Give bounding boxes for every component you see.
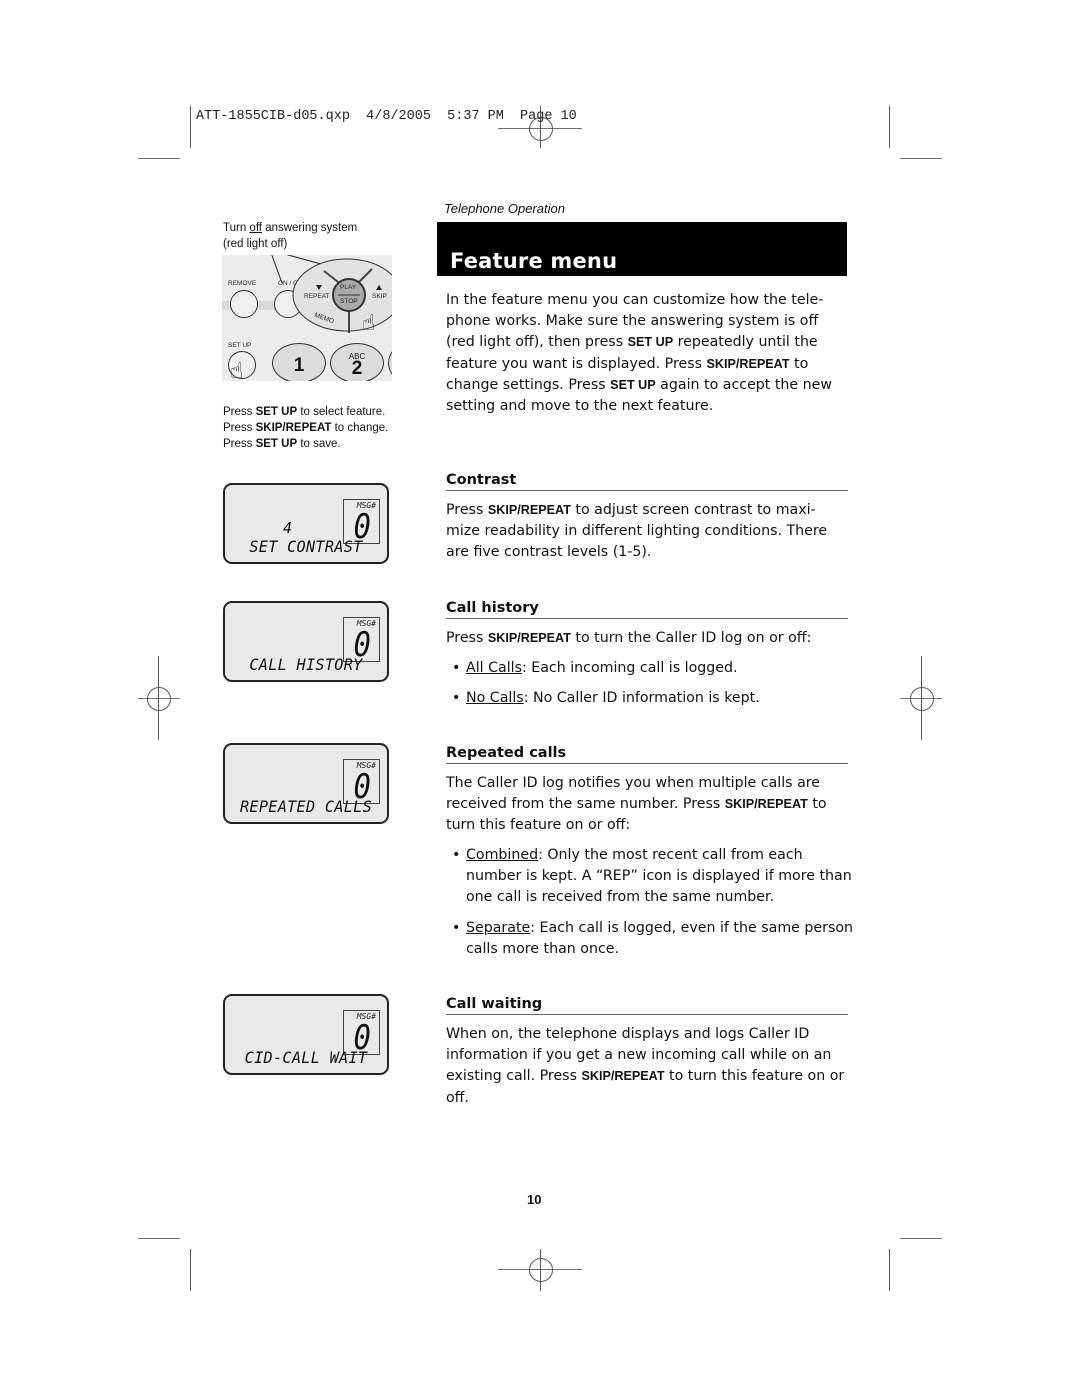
pointing-hand-icon: ☝ bbox=[362, 311, 376, 336]
keyword-skip-repeat: SKIP/REPEAT bbox=[581, 1069, 665, 1084]
lcd-display-cid-call-wait: MSG# 0 CID-CALL WAIT bbox=[223, 994, 389, 1075]
paragraph-text: to turn the Caller ID log on or off: bbox=[570, 630, 812, 646]
crop-mark-bottom-right-h bbox=[900, 1238, 942, 1239]
heading-call-history: Call history bbox=[446, 600, 848, 619]
crop-mark-bottom-left-h bbox=[138, 1238, 180, 1239]
illustration-caption-bottom: Press SET UP to select feature. Press SK… bbox=[223, 404, 388, 452]
key-1: 1 bbox=[272, 343, 326, 381]
caption-text: to select feature. bbox=[297, 406, 386, 418]
option-term: Separate bbox=[466, 920, 531, 936]
caption-text: to save. bbox=[297, 438, 341, 450]
crop-mark-top-left-v bbox=[190, 106, 191, 148]
caption-text: Press bbox=[223, 406, 256, 418]
key-2: ABC 2 bbox=[330, 343, 384, 381]
bullet-icon: • bbox=[452, 660, 461, 676]
lcd-text: CID-CALL WAIT bbox=[244, 1048, 368, 1067]
crop-mark-bottom-right-v bbox=[889, 1249, 890, 1291]
lcd-display-repeated-calls: MSG# 0 REPEATED CALLS bbox=[223, 743, 389, 824]
title-bar: Feature menu bbox=[437, 222, 847, 276]
lcd-text: REPEATED CALLS bbox=[239, 797, 373, 816]
set-up-key-label: SET UP bbox=[228, 342, 252, 349]
caption-text: Press bbox=[223, 438, 256, 450]
bullet-icon: • bbox=[452, 847, 461, 863]
lcd-text: CALL HISTORY bbox=[249, 655, 363, 674]
bullet-icon: • bbox=[452, 920, 461, 936]
crop-mark-top-left-h bbox=[138, 158, 180, 159]
caption-text: Press bbox=[223, 422, 256, 434]
heading-contrast: Contrast bbox=[446, 472, 848, 491]
key-2-letters: ABC bbox=[348, 352, 366, 361]
caption-line: Press SKIP/REPEAT to change. bbox=[223, 420, 388, 436]
paragraph-text: Press bbox=[446, 502, 488, 518]
section-tag: Telephone Operation bbox=[444, 201, 565, 216]
caption-line: Press SET UP to select feature. bbox=[223, 404, 388, 420]
contrast-paragraph: Press SKIP/REPEAT to adjust screen contr… bbox=[446, 500, 848, 564]
crop-mark-top-right-h bbox=[900, 158, 942, 159]
keypad-illustration: REMOVE ON / OFF PLAY STOP REPEAT SKIP ME… bbox=[222, 255, 392, 381]
caption-text: to change. bbox=[331, 422, 389, 434]
pointing-hand-icon: ☝ bbox=[230, 359, 244, 382]
caption-text: Turn bbox=[223, 222, 250, 234]
bullet-icon: • bbox=[452, 690, 461, 706]
option-desc: : No Caller ID information is kept. bbox=[523, 690, 760, 706]
heading-repeated-calls: Repeated calls bbox=[446, 745, 848, 764]
page-title: Feature menu bbox=[450, 249, 618, 273]
skip-key-label: SKIP bbox=[372, 293, 387, 300]
repeated-calls-paragraph: The Caller ID log notifies you when mult… bbox=[446, 773, 848, 837]
intro-paragraph: In the feature menu you can customize ho… bbox=[446, 290, 848, 417]
play-key-label: PLAY bbox=[340, 284, 357, 291]
option-term: No Calls bbox=[466, 690, 524, 706]
caption-keyword: SET UP bbox=[255, 406, 298, 418]
lcd-contrast-level: 4 bbox=[283, 519, 293, 537]
keyword-set-up: SET UP bbox=[610, 377, 656, 392]
caption-text: (red light off) bbox=[223, 238, 288, 250]
list-item: • Combined: Only the most recent call fro… bbox=[452, 845, 862, 909]
stop-key-label: STOP bbox=[340, 298, 358, 305]
caption-keyword: SKIP/REPEAT bbox=[255, 422, 332, 434]
list-item: • No Calls: No Caller ID information is k… bbox=[452, 688, 862, 709]
call-history-paragraph: Press SKIP/REPEAT to turn the Caller ID … bbox=[446, 628, 848, 649]
lcd-display-set-contrast: 4 MSG# 0 SET CONTRAST bbox=[223, 483, 389, 564]
heading-call-waiting: Call waiting bbox=[446, 996, 848, 1015]
print-slug: ATT-1855CIB-d05.qxp 4/8/2005 5:37 PM Pag… bbox=[196, 109, 577, 124]
keyword-skip-repeat: SKIP/REPEAT bbox=[706, 356, 790, 371]
keyword-skip-repeat: SKIP/REPEAT bbox=[487, 503, 571, 517]
illustration-caption-top: Turn off answering system (red light off… bbox=[223, 220, 357, 252]
paragraph-text: Press bbox=[446, 630, 488, 646]
list-item: • Separate: Each call is logged, even if … bbox=[452, 918, 862, 960]
crop-mark-top-right-v bbox=[889, 106, 890, 148]
caption-line: Press SET UP to save. bbox=[223, 436, 388, 452]
repeat-key-label: REPEAT bbox=[304, 293, 330, 300]
key-1-label: 1 bbox=[293, 355, 305, 376]
lcd-display-call-history: MSG# 0 CALL HISTORY bbox=[223, 601, 389, 682]
keyword-skip-repeat: SKIP/REPEAT bbox=[487, 631, 571, 645]
call-waiting-paragraph: When on, the telephone displays and logs… bbox=[446, 1024, 848, 1109]
option-desc: : Each incoming call is logged. bbox=[521, 660, 738, 676]
option-term: Combined bbox=[466, 847, 539, 863]
caption-emphasis: off bbox=[249, 222, 262, 234]
page-number: 10 bbox=[527, 1192, 542, 1207]
keyword-set-up: SET UP bbox=[627, 335, 674, 350]
lcd-text: SET CONTRAST bbox=[249, 537, 363, 556]
list-item: • All Calls: Each incoming call is logged… bbox=[452, 658, 862, 679]
caption-keyword: SET UP bbox=[255, 438, 298, 450]
option-term: All Calls bbox=[466, 660, 522, 676]
caption-text: answering system bbox=[262, 222, 358, 234]
keyword-skip-repeat: SKIP/REPEAT bbox=[724, 797, 808, 812]
crop-mark-bottom-left-v bbox=[190, 1249, 191, 1291]
